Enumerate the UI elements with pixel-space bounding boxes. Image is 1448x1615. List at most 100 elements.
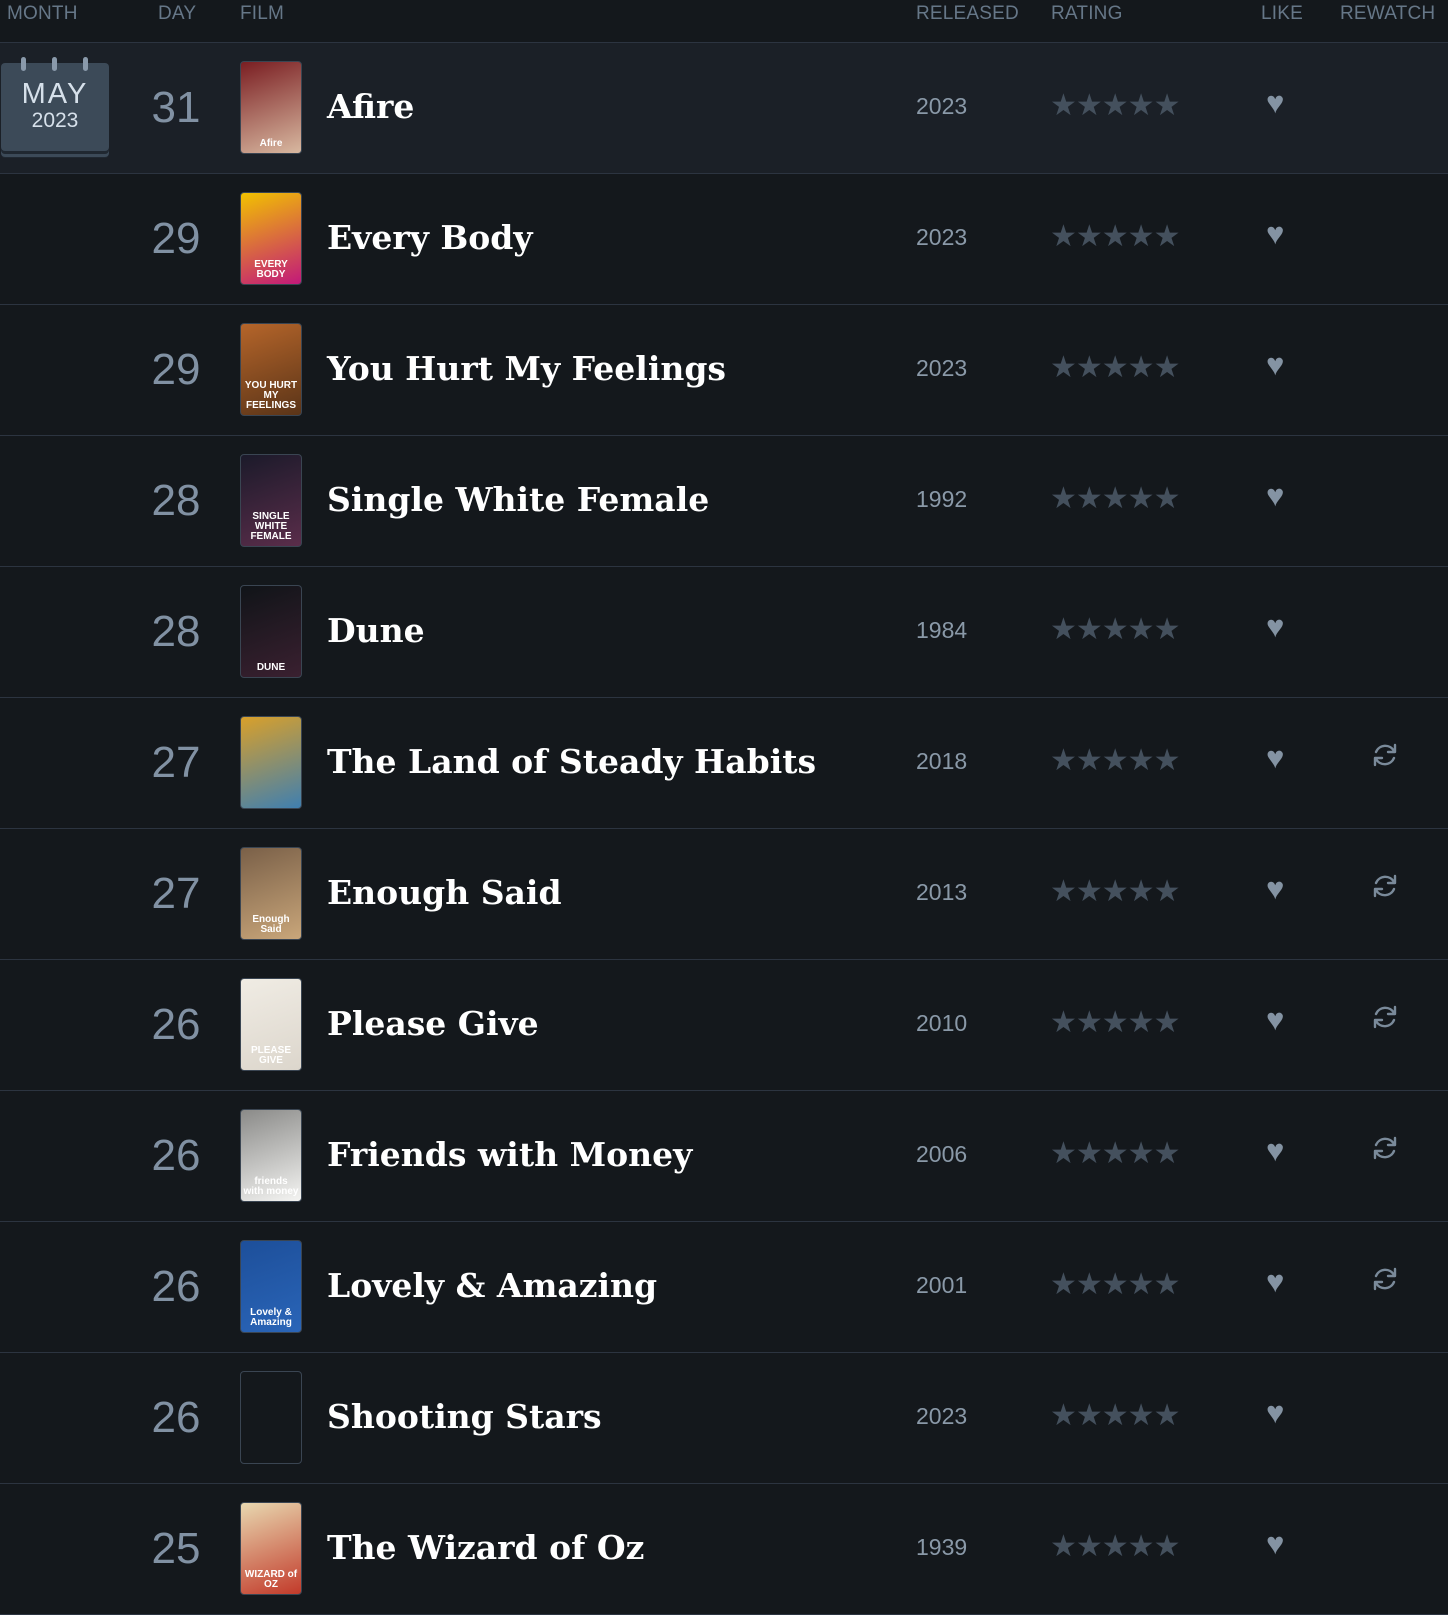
entry-day[interactable]: 29 [143, 214, 209, 264]
release-year[interactable]: 2023 [916, 355, 996, 382]
release-year[interactable]: 2018 [916, 748, 996, 775]
rating-stars-icon: ★★★★★ [1050, 220, 1180, 253]
entry-day[interactable]: 28 [143, 607, 209, 657]
heart-icon[interactable]: ♥ [1266, 1526, 1284, 1562]
release-year[interactable]: 2013 [916, 879, 996, 906]
entry-day[interactable]: 26 [143, 1393, 209, 1443]
film-poster[interactable]: friends with money [240, 1109, 302, 1202]
film-title-link[interactable]: Lovely & Amazing [327, 1266, 657, 1305]
header-rating: RATING [1051, 3, 1123, 24]
heart-icon[interactable]: ♥ [1266, 478, 1284, 514]
poster-text: SINGLE WHITE FEMALE [250, 511, 292, 542]
release-year[interactable]: 2010 [916, 1010, 996, 1037]
film-title-link[interactable]: Afire [327, 87, 414, 126]
table-header: MONTH DAY FILM RELEASED RATING LIKE REWA… [0, 0, 1448, 43]
diary-entry-row[interactable]: 26 Lovely & Amazing Lovely & Amazing 2001 ★★… [0, 1222, 1448, 1353]
film-poster[interactable]: Enough Said [240, 847, 302, 940]
film-title-link[interactable]: You Hurt My Feelings [327, 349, 726, 388]
diary-entry-row[interactable]: 26 friends with money Friends with Money 20… [0, 1091, 1448, 1222]
film-title-link[interactable]: The Wizard of Oz [327, 1528, 644, 1567]
calendar-ring-icon [83, 57, 88, 71]
entry-day[interactable]: 26 [143, 1131, 209, 1181]
calendar-ring-icon [21, 57, 26, 71]
diary-entry-row[interactable]: MAY 2023 31 Afire Afire 2023 ★★★★★ ♥ [0, 43, 1448, 174]
rating-stars-icon: ★★★★★ [1050, 875, 1180, 908]
rating-stars-icon: ★★★★★ [1050, 1137, 1180, 1170]
rating-stars-icon: ★★★★★ [1050, 1530, 1180, 1563]
film-poster[interactable]: WIZARD of OZ [240, 1502, 302, 1595]
film-title-link[interactable]: Every Body [327, 218, 533, 257]
film-poster[interactable]: Lovely & Amazing [240, 1240, 302, 1333]
heart-icon[interactable]: ♥ [1266, 1395, 1284, 1431]
diary-entry-row[interactable]: 27 The Land of Steady Habits 2018 ★★★★★ ♥ [0, 698, 1448, 829]
release-year[interactable]: 1992 [916, 486, 996, 513]
rewatch-icon[interactable] [1370, 871, 1400, 901]
diary-entry-row[interactable]: 26 PLEASE GIVE Please Give 2010 ★★★★★ ♥ [0, 960, 1448, 1091]
poster-text: Lovely & Amazing [250, 1307, 292, 1328]
film-title-link[interactable]: Please Give [327, 1004, 539, 1043]
diary-entry-row[interactable]: 26 Shooting Stars 2023 ★★★★★ ♥ [0, 1353, 1448, 1484]
film-title-link[interactable]: Shooting Stars [327, 1397, 602, 1436]
heart-icon[interactable]: ♥ [1266, 216, 1284, 252]
heart-icon[interactable]: ♥ [1266, 1133, 1284, 1169]
header-rewatch: REWATCH [1340, 3, 1436, 24]
month-badge-year: 2023 [31, 109, 79, 132]
diary-entry-row[interactable]: 28 SINGLE WHITE FEMALE Single White Female… [0, 436, 1448, 567]
header-like: LIKE [1261, 3, 1303, 24]
film-poster[interactable]: PLEASE GIVE [240, 978, 302, 1071]
rewatch-icon[interactable] [1370, 1133, 1400, 1163]
poster-text: PLEASE GIVE [250, 1045, 291, 1066]
entry-day[interactable]: 31 [143, 83, 209, 133]
film-title-link[interactable]: Friends with Money [327, 1135, 692, 1174]
release-year[interactable]: 2001 [916, 1272, 996, 1299]
diary-entry-row[interactable]: 29 YOU HURT MY FEELINGS You Hurt My Feelin… [0, 305, 1448, 436]
rating-stars-icon: ★★★★★ [1050, 1268, 1180, 1301]
film-title-link[interactable]: Single White Female [327, 480, 709, 519]
diary-entry-row[interactable]: 28 DUNE Dune 1984 ★★★★★ ♥ [0, 567, 1448, 698]
release-year[interactable]: 2023 [916, 93, 996, 120]
entry-day[interactable]: 27 [143, 738, 209, 788]
entry-day[interactable]: 28 [143, 476, 209, 526]
entry-day[interactable]: 26 [143, 1000, 209, 1050]
release-year[interactable]: 2006 [916, 1141, 996, 1168]
film-poster[interactable]: EVERY BODY [240, 192, 302, 285]
film-poster[interactable]: Afire [240, 61, 302, 154]
film-poster[interactable]: SINGLE WHITE FEMALE [240, 454, 302, 547]
header-released: RELEASED [916, 3, 1019, 24]
heart-icon[interactable]: ♥ [1266, 347, 1284, 383]
rewatch-icon[interactable] [1370, 1264, 1400, 1294]
heart-icon[interactable]: ♥ [1266, 85, 1284, 121]
release-year[interactable]: 1939 [916, 1534, 996, 1561]
heart-icon[interactable]: ♥ [1266, 609, 1284, 645]
heart-icon[interactable]: ♥ [1266, 871, 1284, 907]
film-title-link[interactable]: Dune [327, 611, 425, 650]
heart-icon[interactable]: ♥ [1266, 740, 1284, 776]
month-badge[interactable]: MAY 2023 [1, 57, 109, 151]
entry-day[interactable]: 29 [143, 345, 209, 395]
rewatch-icon[interactable] [1370, 740, 1400, 770]
poster-text: Enough Said [252, 914, 290, 935]
film-title-link[interactable]: The Land of Steady Habits [327, 742, 816, 781]
poster-text: WIZARD of OZ [244, 1569, 298, 1590]
release-year[interactable]: 1984 [916, 617, 996, 644]
rating-stars-icon: ★★★★★ [1050, 89, 1180, 122]
release-year[interactable]: 2023 [916, 224, 996, 251]
heart-icon[interactable]: ♥ [1266, 1002, 1284, 1038]
entry-day[interactable]: 25 [143, 1524, 209, 1574]
rewatch-icon[interactable] [1370, 1002, 1400, 1032]
entry-day[interactable]: 26 [143, 1262, 209, 1312]
film-poster[interactable]: DUNE [240, 585, 302, 678]
film-poster[interactable] [240, 716, 302, 809]
film-poster[interactable]: YOU HURT MY FEELINGS [240, 323, 302, 416]
film-title-link[interactable]: Enough Said [327, 873, 562, 912]
poster-text: YOU HURT MY FEELINGS [244, 380, 298, 411]
entry-day[interactable]: 27 [143, 869, 209, 919]
rating-stars-icon: ★★★★★ [1050, 613, 1180, 646]
heart-icon[interactable]: ♥ [1266, 1264, 1284, 1300]
film-poster[interactable] [240, 1371, 302, 1464]
diary-entry-row[interactable]: 29 EVERY BODY Every Body 2023 ★★★★★ ♥ [0, 174, 1448, 305]
poster-text: friends with money [243, 1176, 299, 1197]
diary-entry-row[interactable]: 27 Enough Said Enough Said 2013 ★★★★★ ♥ [0, 829, 1448, 960]
release-year[interactable]: 2023 [916, 1403, 996, 1430]
diary-entry-row[interactable]: 25 WIZARD of OZ The Wizard of Oz 1939 ★★★★★ ♥ [0, 1484, 1448, 1615]
